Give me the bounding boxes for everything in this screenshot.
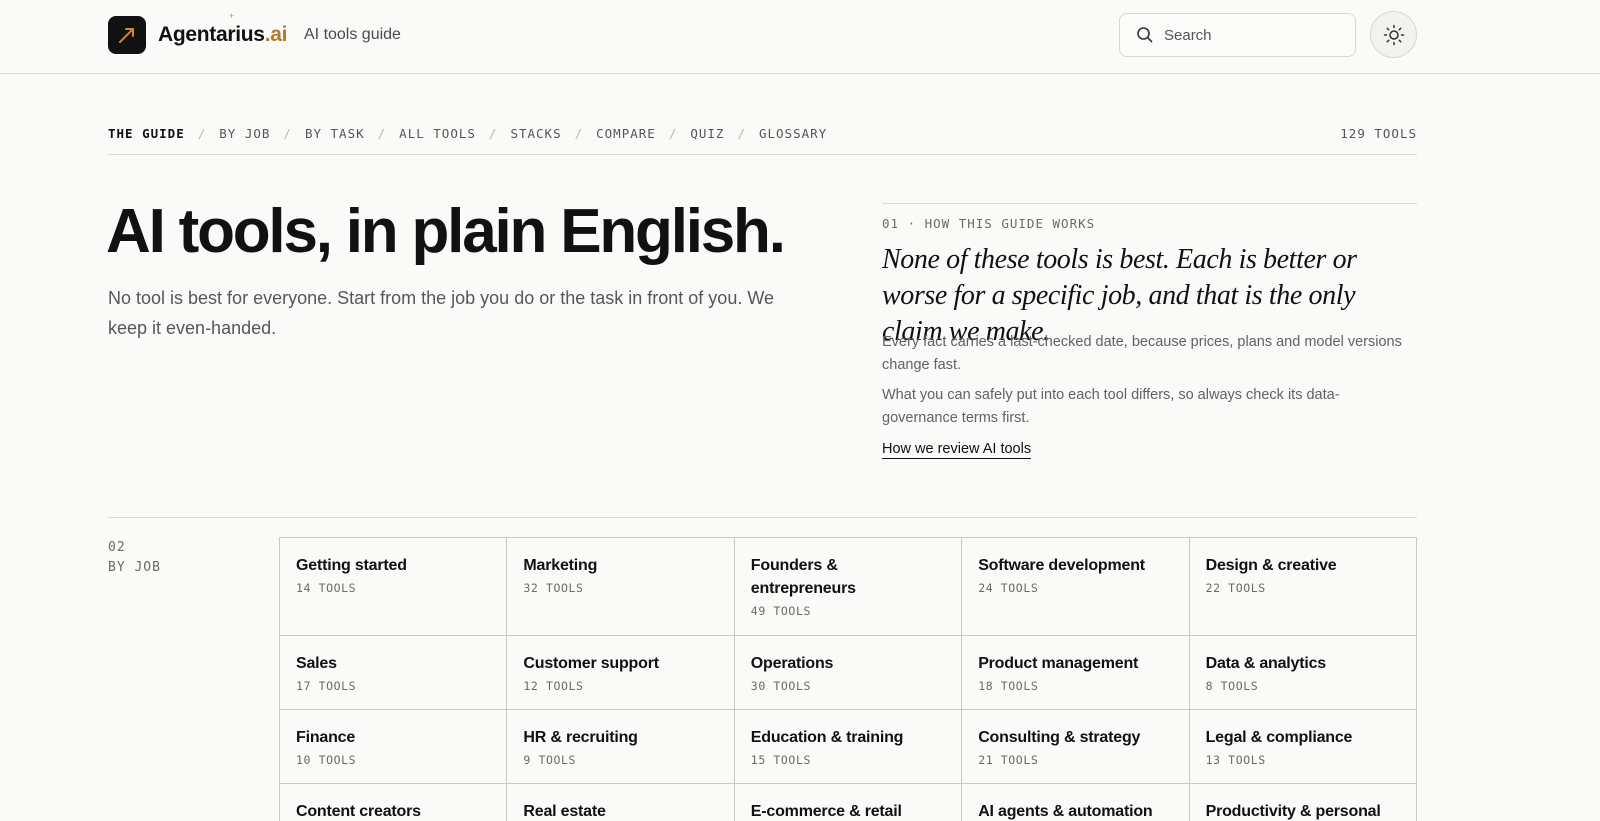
- job-card-title: Data & analytics: [1205, 655, 1327, 672]
- job-card[interactable]: Education & training 15 TOOLS: [734, 710, 963, 784]
- job-card-title: Getting started: [296, 557, 407, 574]
- guide-nav-items: THE GUIDE / BY JOB / BY TASK / ALL TOOLS…: [108, 126, 827, 141]
- guide-nav: THE GUIDE / BY JOB / BY TASK / ALL TOOLS…: [108, 116, 1417, 155]
- job-card[interactable]: Customer support 12 TOOLS: [507, 636, 735, 710]
- nav-the-guide[interactable]: THE GUIDE: [108, 126, 185, 141]
- review-method-link[interactable]: How we review AI tools: [882, 441, 1032, 459]
- sun-icon: [1383, 24, 1405, 46]
- job-card-title: Software development: [978, 557, 1145, 574]
- job-card[interactable]: Founders & entrepreneurs 49 TOOLS: [734, 538, 963, 636]
- job-card-title: Marketing: [523, 557, 598, 574]
- job-card-count: 30 TOOLS: [750, 679, 811, 693]
- section-title: BY JOB: [108, 560, 161, 575]
- brand-tld: .ai: [264, 23, 288, 46]
- job-card-count: 10 TOOLS: [296, 753, 357, 767]
- nav-stacks[interactable]: STACKS: [510, 126, 561, 141]
- page-title: AI tools, in plain English.: [106, 197, 786, 266]
- nav-separator: /: [737, 126, 746, 141]
- job-card[interactable]: AI agents & automation: [962, 784, 1190, 821]
- job-card[interactable]: Data & analytics 8 TOOLS: [1189, 636, 1417, 710]
- nav-separator: /: [197, 126, 207, 141]
- top-bar: Agentarius.ai + AI tools guide Search: [0, 0, 1600, 74]
- search-icon: [1136, 26, 1154, 44]
- section-number: 02: [108, 540, 126, 555]
- job-card-count: 15 TOOLS: [750, 753, 811, 767]
- nav-all-tools[interactable]: ALL TOOLS: [399, 126, 476, 141]
- arrow-up-right-icon[interactable]: [108, 16, 146, 54]
- job-card[interactable]: Productivity & personal: [1190, 784, 1417, 821]
- job-card-count: 21 TOOLS: [978, 753, 1039, 767]
- job-card-count: 13 TOOLS: [1205, 753, 1266, 767]
- job-card-count: 49 TOOLS: [750, 604, 811, 618]
- nav-by-task[interactable]: BY TASK: [305, 126, 365, 141]
- job-card[interactable]: Content creators: [280, 784, 508, 821]
- job-card-count: 12 TOOLS: [523, 679, 584, 693]
- nav-by-job[interactable]: BY JOB: [219, 126, 270, 141]
- brand-name: Agentarius: [158, 23, 265, 46]
- nav-separator: /: [377, 126, 387, 141]
- nav-glossary[interactable]: GLOSSARY: [759, 126, 827, 141]
- job-card-title: Founders & entrepreneurs: [750, 557, 856, 597]
- job-card-title: AI agents & automation: [978, 803, 1153, 820]
- page-subtitle: No tool is best for everyone. Start from…: [108, 288, 774, 338]
- job-card-title: Productivity & personal: [1205, 803, 1381, 820]
- brand-spark: +: [229, 11, 235, 21]
- job-card[interactable]: Design & creative 22 TOOLS: [1189, 538, 1417, 636]
- job-card-title: Content creators: [296, 803, 421, 820]
- job-card-title: HR & recruiting: [523, 729, 638, 746]
- job-card[interactable]: Operations 30 TOOLS: [734, 636, 963, 710]
- job-card-count: 18 TOOLS: [978, 679, 1039, 693]
- job-card-title: Consulting & strategy: [978, 729, 1141, 746]
- job-card[interactable]: Legal & compliance 13 TOOLS: [1189, 710, 1417, 784]
- job-card-count: 9 TOOLS: [523, 753, 577, 767]
- brand-logo-text[interactable]: Agentarius.ai: [158, 21, 287, 49]
- tool-count: 129 TOOLS: [1340, 126, 1417, 141]
- job-card-title: Education & training: [750, 729, 904, 746]
- nav-compare[interactable]: COMPARE: [596, 126, 656, 141]
- job-card[interactable]: Software development 24 TOOLS: [962, 538, 1190, 636]
- nav-quiz[interactable]: QUIZ: [690, 126, 724, 141]
- job-card-count: 14 TOOLS: [296, 581, 357, 595]
- job-card-count: 22 TOOLS: [1205, 581, 1266, 595]
- by-job-section-label: 02 BY JOB: [108, 538, 161, 578]
- job-card[interactable]: Sales 17 TOOLS: [280, 636, 508, 710]
- job-card[interactable]: Product management 18 TOOLS: [962, 636, 1190, 710]
- site-subtitle[interactable]: AI tools guide: [304, 24, 401, 46]
- nav-separator: /: [283, 126, 292, 141]
- search-placeholder: Search: [1164, 26, 1212, 44]
- search-input[interactable]: Search: [1119, 13, 1356, 57]
- job-card-count: 32 TOOLS: [523, 581, 584, 595]
- nav-separator: /: [574, 126, 584, 141]
- job-card-title: Design & creative: [1205, 557, 1337, 574]
- job-card-title: E-commerce & retail: [750, 803, 902, 820]
- job-card-title: Sales: [296, 655, 337, 672]
- nav-separator: /: [668, 126, 678, 141]
- nav-separator: /: [488, 126, 498, 141]
- job-grid: Getting started 14 TOOLS Marketing 32 TOOLS…: [279, 537, 1417, 821]
- job-card-title: Operations: [750, 655, 834, 672]
- job-card[interactable]: HR & recruiting 9 TOOLS: [507, 710, 735, 784]
- job-card[interactable]: Finance 10 TOOLS: [280, 710, 508, 784]
- job-card-title: Product management: [978, 655, 1139, 672]
- job-card[interactable]: Real estate: [507, 784, 735, 821]
- job-card-title: Legal & compliance: [1205, 729, 1353, 746]
- section-divider: [108, 517, 1417, 518]
- job-card-title: Customer support: [523, 655, 659, 672]
- job-card-count: 24 TOOLS: [978, 581, 1039, 595]
- job-card-title: Real estate: [523, 803, 606, 820]
- how-paragraph-dates: Every fact carries a last-checked date, …: [882, 334, 1402, 373]
- theme-toggle-button[interactable]: [1370, 11, 1417, 58]
- how-paragraph-governance: What you can safely put into each tool d…: [882, 387, 1340, 426]
- job-card[interactable]: Getting started 14 TOOLS: [280, 538, 508, 636]
- job-card-count: 8 TOOLS: [1205, 679, 1259, 693]
- job-card-title: Finance: [296, 729, 356, 746]
- how-guide-works: 01 · HOW THIS GUIDE WORKS None of these …: [882, 203, 1417, 459]
- job-card-count: 17 TOOLS: [296, 679, 357, 693]
- job-card[interactable]: E-commerce & retail: [735, 784, 963, 821]
- section-kicker: 01 · HOW THIS GUIDE WORKS: [882, 216, 1096, 231]
- job-card[interactable]: Marketing 32 TOOLS: [507, 538, 735, 636]
- job-card[interactable]: Consulting & strategy 21 TOOLS: [962, 710, 1190, 784]
